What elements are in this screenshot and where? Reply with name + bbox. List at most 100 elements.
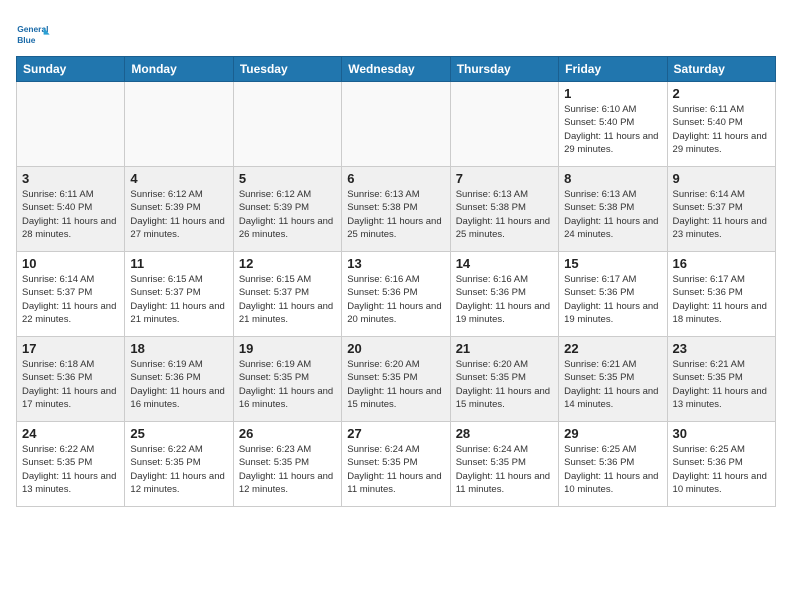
day-info: Sunrise: 6:13 AMSunset: 5:38 PMDaylight:…: [456, 188, 553, 241]
calendar-cell: 27 Sunrise: 6:24 AMSunset: 5:35 PMDayligh…: [342, 422, 450, 507]
calendar-cell: 23 Sunrise: 6:21 AMSunset: 5:35 PMDayligh…: [667, 337, 775, 422]
day-number: 24: [22, 426, 119, 441]
logo-icon: GeneralBlue: [16, 16, 52, 52]
calendar-cell: 11 Sunrise: 6:15 AMSunset: 5:37 PMDayligh…: [125, 252, 233, 337]
day-number: 23: [673, 341, 770, 356]
day-number: 25: [130, 426, 227, 441]
day-number: 22: [564, 341, 661, 356]
day-number: 17: [22, 341, 119, 356]
day-info: Sunrise: 6:15 AMSunset: 5:37 PMDaylight:…: [130, 273, 227, 326]
weekday-header: Thursday: [450, 57, 558, 82]
day-info: Sunrise: 6:16 AMSunset: 5:36 PMDaylight:…: [456, 273, 553, 326]
day-info: Sunrise: 6:13 AMSunset: 5:38 PMDaylight:…: [564, 188, 661, 241]
day-info: Sunrise: 6:11 AMSunset: 5:40 PMDaylight:…: [22, 188, 119, 241]
calendar-cell: 29 Sunrise: 6:25 AMSunset: 5:36 PMDayligh…: [559, 422, 667, 507]
logo: GeneralBlue: [16, 16, 52, 52]
day-number: 9: [673, 171, 770, 186]
calendar-week-row: 3Sunrise: 6:11 AMSunset: 5:40 PMDaylight…: [17, 167, 776, 252]
calendar-cell: 4 Sunrise: 6:12 AMSunset: 5:39 PMDaylight…: [125, 167, 233, 252]
calendar-cell: [17, 82, 125, 167]
calendar-cell: [450, 82, 558, 167]
day-info: Sunrise: 6:25 AMSunset: 5:36 PMDaylight:…: [564, 443, 661, 496]
day-number: 21: [456, 341, 553, 356]
weekday-header: Monday: [125, 57, 233, 82]
day-info: Sunrise: 6:22 AMSunset: 5:35 PMDaylight:…: [22, 443, 119, 496]
day-info: Sunrise: 6:11 AMSunset: 5:40 PMDaylight:…: [673, 103, 770, 156]
weekday-header: Sunday: [17, 57, 125, 82]
day-info: Sunrise: 6:19 AMSunset: 5:36 PMDaylight:…: [130, 358, 227, 411]
day-number: 10: [22, 256, 119, 271]
day-number: 8: [564, 171, 661, 186]
calendar-cell: 7 Sunrise: 6:13 AMSunset: 5:38 PMDaylight…: [450, 167, 558, 252]
day-number: 18: [130, 341, 227, 356]
calendar-table: SundayMondayTuesdayWednesdayThursdayFrid…: [16, 56, 776, 507]
day-info: Sunrise: 6:17 AMSunset: 5:36 PMDaylight:…: [673, 273, 770, 326]
weekday-header: Saturday: [667, 57, 775, 82]
svg-text:Blue: Blue: [17, 35, 36, 45]
calendar-cell: 14 Sunrise: 6:16 AMSunset: 5:36 PMDayligh…: [450, 252, 558, 337]
calendar-week-row: 17 Sunrise: 6:18 AMSunset: 5:36 PMDayligh…: [17, 337, 776, 422]
day-number: 19: [239, 341, 336, 356]
calendar-cell: 30 Sunrise: 6:25 AMSunset: 5:36 PMDayligh…: [667, 422, 775, 507]
calendar-cell: 19 Sunrise: 6:19 AMSunset: 5:35 PMDayligh…: [233, 337, 341, 422]
day-number: 26: [239, 426, 336, 441]
day-number: 20: [347, 341, 444, 356]
day-number: 1: [564, 86, 661, 101]
day-info: Sunrise: 6:21 AMSunset: 5:35 PMDaylight:…: [564, 358, 661, 411]
day-number: 11: [130, 256, 227, 271]
weekday-header: Friday: [559, 57, 667, 82]
calendar-cell: 26Sunrise: 6:23 AMSunset: 5:35 PMDayligh…: [233, 422, 341, 507]
calendar-body: 1Sunrise: 6:10 AMSunset: 5:40 PMDaylight…: [17, 82, 776, 507]
calendar-header: SundayMondayTuesdayWednesdayThursdayFrid…: [17, 57, 776, 82]
day-number: 27: [347, 426, 444, 441]
calendar-week-row: 10 Sunrise: 6:14 AMSunset: 5:37 PMDayligh…: [17, 252, 776, 337]
calendar-cell: 17 Sunrise: 6:18 AMSunset: 5:36 PMDayligh…: [17, 337, 125, 422]
calendar-cell: [125, 82, 233, 167]
day-number: 28: [456, 426, 553, 441]
day-info: Sunrise: 6:14 AMSunset: 5:37 PMDaylight:…: [22, 273, 119, 326]
calendar-cell: [233, 82, 341, 167]
calendar-cell: 2 Sunrise: 6:11 AMSunset: 5:40 PMDaylight…: [667, 82, 775, 167]
calendar-cell: 28 Sunrise: 6:24 AMSunset: 5:35 PMDayligh…: [450, 422, 558, 507]
calendar-cell: 21Sunrise: 6:20 AMSunset: 5:35 PMDayligh…: [450, 337, 558, 422]
day-info: Sunrise: 6:24 AMSunset: 5:35 PMDaylight:…: [456, 443, 553, 496]
calendar-cell: 1Sunrise: 6:10 AMSunset: 5:40 PMDaylight…: [559, 82, 667, 167]
day-info: Sunrise: 6:21 AMSunset: 5:35 PMDaylight:…: [673, 358, 770, 411]
day-number: 12: [239, 256, 336, 271]
calendar-cell: 20Sunrise: 6:20 AMSunset: 5:35 PMDayligh…: [342, 337, 450, 422]
day-number: 6: [347, 171, 444, 186]
calendar-week-row: 24 Sunrise: 6:22 AMSunset: 5:35 PMDayligh…: [17, 422, 776, 507]
day-number: 4: [130, 171, 227, 186]
calendar-cell: 3Sunrise: 6:11 AMSunset: 5:40 PMDaylight…: [17, 167, 125, 252]
day-number: 13: [347, 256, 444, 271]
day-info: Sunrise: 6:19 AMSunset: 5:35 PMDaylight:…: [239, 358, 336, 411]
day-info: Sunrise: 6:15 AMSunset: 5:37 PMDaylight:…: [239, 273, 336, 326]
day-number: 30: [673, 426, 770, 441]
day-info: Sunrise: 6:17 AMSunset: 5:36 PMDaylight:…: [564, 273, 661, 326]
calendar-cell: 5Sunrise: 6:12 AMSunset: 5:39 PMDaylight…: [233, 167, 341, 252]
calendar-cell: 12 Sunrise: 6:15 AMSunset: 5:37 PMDayligh…: [233, 252, 341, 337]
day-info: Sunrise: 6:14 AMSunset: 5:37 PMDaylight:…: [673, 188, 770, 241]
day-info: Sunrise: 6:12 AMSunset: 5:39 PMDaylight:…: [130, 188, 227, 241]
weekday-header-row: SundayMondayTuesdayWednesdayThursdayFrid…: [17, 57, 776, 82]
day-info: Sunrise: 6:25 AMSunset: 5:36 PMDaylight:…: [673, 443, 770, 496]
day-number: 14: [456, 256, 553, 271]
day-info: Sunrise: 6:18 AMSunset: 5:36 PMDaylight:…: [22, 358, 119, 411]
calendar-cell: 18 Sunrise: 6:19 AMSunset: 5:36 PMDayligh…: [125, 337, 233, 422]
day-number: 16: [673, 256, 770, 271]
page-header: GeneralBlue: [16, 16, 776, 52]
calendar-cell: 10 Sunrise: 6:14 AMSunset: 5:37 PMDayligh…: [17, 252, 125, 337]
day-info: Sunrise: 6:22 AMSunset: 5:35 PMDaylight:…: [130, 443, 227, 496]
weekday-header: Wednesday: [342, 57, 450, 82]
calendar-cell: 13 Sunrise: 6:16 AMSunset: 5:36 PMDayligh…: [342, 252, 450, 337]
calendar-cell: 8 Sunrise: 6:13 AMSunset: 5:38 PMDaylight…: [559, 167, 667, 252]
day-number: 7: [456, 171, 553, 186]
day-number: 15: [564, 256, 661, 271]
calendar-cell: 24 Sunrise: 6:22 AMSunset: 5:35 PMDayligh…: [17, 422, 125, 507]
day-info: Sunrise: 6:24 AMSunset: 5:35 PMDaylight:…: [347, 443, 444, 496]
day-number: 2: [673, 86, 770, 101]
day-info: Sunrise: 6:16 AMSunset: 5:36 PMDaylight:…: [347, 273, 444, 326]
day-number: 29: [564, 426, 661, 441]
day-info: Sunrise: 6:13 AMSunset: 5:38 PMDaylight:…: [347, 188, 444, 241]
calendar-cell: 16 Sunrise: 6:17 AMSunset: 5:36 PMDayligh…: [667, 252, 775, 337]
